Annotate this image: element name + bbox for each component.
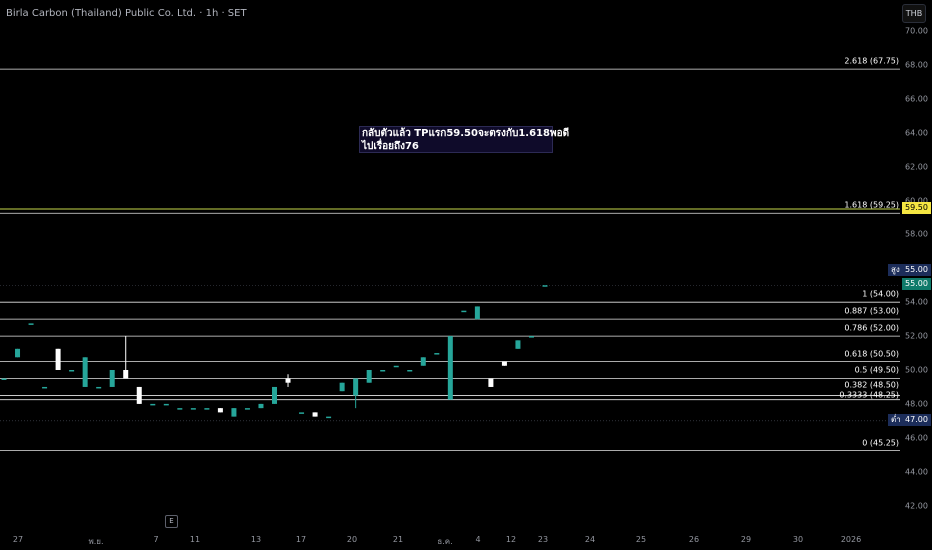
price-tick-label: 44.00 bbox=[905, 467, 928, 477]
time-tick-label: 17 bbox=[295, 535, 307, 544]
candle-body bbox=[299, 412, 305, 414]
text-annotation[interactable]: กลับตัวแล้ว TPแรก59.50จะตรงกับ1.618พอดี … bbox=[359, 126, 570, 153]
high-label-tag: สูง bbox=[888, 264, 903, 276]
candle-body bbox=[420, 357, 426, 366]
candle-body bbox=[244, 408, 250, 410]
candle-body bbox=[366, 370, 372, 383]
candle-body bbox=[69, 370, 75, 372]
time-tick-label: 25 bbox=[635, 535, 647, 544]
time-tick-label: 30 bbox=[792, 535, 804, 544]
low-price-tag: 47.00 bbox=[902, 414, 931, 426]
time-tick-label: ธ.ค. bbox=[437, 537, 453, 546]
candle-body bbox=[15, 348, 21, 358]
fib-level-label: 2.618 (67.75) bbox=[844, 56, 899, 66]
fib-level-label: 0.786 (52.00) bbox=[844, 323, 899, 333]
fib-level-label: 0.3333 (48.25) bbox=[839, 390, 899, 400]
last-price-tag: 55.00 bbox=[902, 278, 931, 290]
events-icon[interactable]: E bbox=[165, 515, 178, 528]
price-tick-label: 46.00 bbox=[905, 433, 928, 443]
price-tick-label: 54.00 bbox=[905, 297, 928, 307]
candle-body bbox=[231, 408, 237, 417]
time-tick-label: 21 bbox=[392, 535, 404, 544]
candle-body bbox=[136, 386, 142, 404]
time-tick-label: 27 bbox=[12, 535, 24, 544]
fib-level-label: 0.382 (48.50) bbox=[844, 380, 899, 390]
candle-body bbox=[461, 310, 467, 313]
candle-body bbox=[190, 408, 196, 410]
candle-body bbox=[353, 378, 359, 396]
candle-body bbox=[163, 403, 169, 406]
candle-body bbox=[204, 408, 210, 410]
candle-body bbox=[123, 370, 129, 379]
price-tick-label: 62.00 bbox=[905, 162, 928, 172]
candle-body bbox=[515, 340, 521, 349]
candle-body bbox=[177, 408, 183, 410]
time-tick-label: 29 bbox=[740, 535, 752, 544]
candle-body bbox=[28, 323, 34, 325]
candle-body bbox=[542, 285, 548, 287]
candle-body bbox=[150, 403, 156, 406]
time-tick-label: 12 bbox=[505, 535, 517, 544]
time-tick-label: 7 bbox=[153, 535, 159, 544]
fib-level-label: 0.5 (49.50) bbox=[854, 365, 899, 375]
price-tick-label: 50.00 bbox=[905, 365, 928, 375]
candle-body bbox=[393, 365, 399, 368]
time-tick-label: 2026 bbox=[840, 535, 862, 544]
fib-level-label: 1 (54.00) bbox=[862, 289, 899, 299]
candle-body bbox=[488, 378, 494, 387]
time-tick-label: พ.ย. bbox=[88, 537, 104, 546]
candle-body bbox=[501, 361, 507, 366]
candle-body bbox=[285, 378, 291, 383]
candle-body bbox=[339, 382, 345, 392]
price-tick-label: 64.00 bbox=[905, 128, 928, 138]
candle-body bbox=[96, 386, 102, 389]
candle-body bbox=[258, 403, 264, 409]
time-tick-label: 24 bbox=[584, 535, 596, 544]
fib-level-label: 0 (45.25) bbox=[862, 438, 899, 447]
price-tick-label: 48.00 bbox=[905, 399, 928, 409]
price-tick-label: 66.00 bbox=[905, 94, 928, 104]
price-chart[interactable] bbox=[0, 0, 932, 550]
time-tick-label: 13 bbox=[250, 535, 262, 544]
annotation-line-1: กลับตัวแล้ว TPแรก59.50จะตรงกับ1.618พอดี bbox=[362, 128, 570, 139]
candle-body bbox=[447, 336, 453, 400]
currency-button[interactable]: THB bbox=[902, 4, 926, 23]
candle-body bbox=[109, 370, 115, 387]
current-price-tag: 59.50 bbox=[902, 202, 931, 214]
time-tick-label: 23 bbox=[537, 535, 549, 544]
time-tick-label: 26 bbox=[688, 535, 700, 544]
candle-body bbox=[55, 348, 61, 370]
candle-body bbox=[82, 357, 88, 387]
price-tick-label: 70.00 bbox=[905, 26, 928, 36]
chart-title: Birla Carbon (Thailand) Public Co. Ltd. … bbox=[6, 8, 247, 19]
fib-level-label: 0.618 (50.50) bbox=[844, 349, 899, 359]
candle-body bbox=[474, 306, 480, 320]
price-tick-label: 52.00 bbox=[905, 331, 928, 341]
candle-body bbox=[407, 370, 413, 372]
candle-body bbox=[326, 416, 332, 419]
price-tick-label: 42.00 bbox=[905, 501, 928, 511]
candle-body bbox=[312, 412, 318, 417]
time-tick-label: 20 bbox=[346, 535, 358, 544]
candle-body bbox=[528, 336, 534, 338]
fib-level-label: 0.887 (53.00) bbox=[844, 306, 899, 316]
candle-body bbox=[434, 353, 440, 355]
time-tick-label: 4 bbox=[475, 535, 481, 544]
candle-body bbox=[272, 386, 277, 404]
candle-body bbox=[1, 378, 7, 380]
price-tick-label: 68.00 bbox=[905, 60, 928, 70]
high-price-tag: 55.00 bbox=[902, 264, 931, 276]
time-tick-label: 11 bbox=[189, 535, 201, 544]
annotation-line-2: ไปเรื่อยถึง76 bbox=[362, 141, 419, 152]
price-tick-label: 58.00 bbox=[905, 229, 928, 239]
candle-body bbox=[42, 386, 48, 389]
candle-body bbox=[380, 370, 386, 372]
candle-body bbox=[217, 408, 223, 413]
fib-level-label: 1.618 (59.25) bbox=[844, 200, 899, 210]
